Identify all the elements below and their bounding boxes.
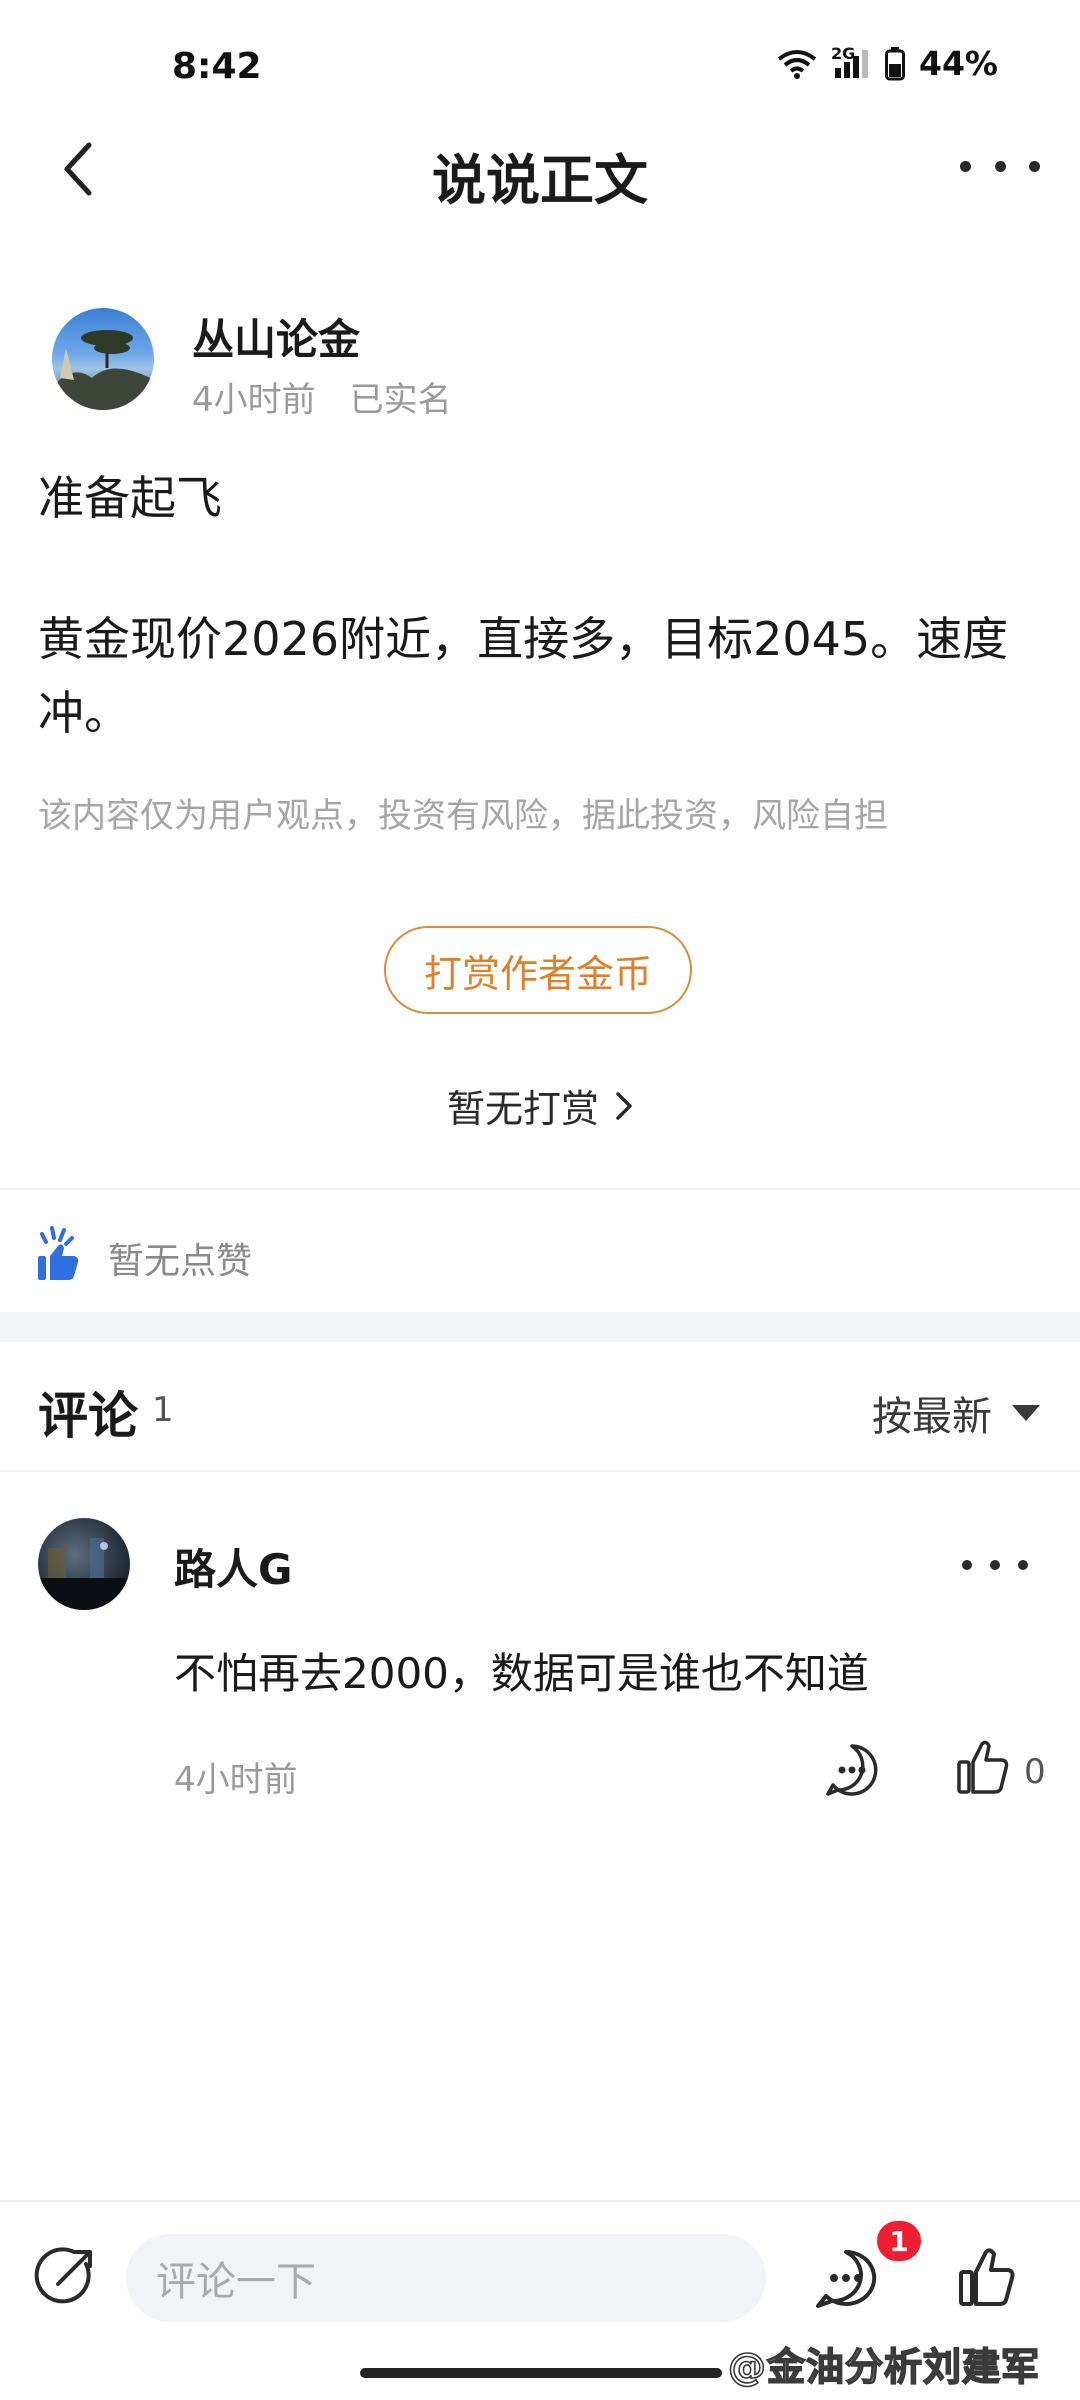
- like-icon[interactable]: [958, 2246, 1016, 2308]
- comment-more-button[interactable]: [962, 1560, 1028, 1572]
- sort-dropdown[interactable]: 按最新: [872, 1384, 1040, 1442]
- section-separator: [0, 1312, 1080, 1342]
- divider: [0, 1188, 1080, 1190]
- comments-count: 1: [152, 1390, 174, 1430]
- status-time: 8:42: [172, 46, 262, 87]
- chevron-right-icon: [616, 1091, 632, 1120]
- tip-author-button[interactable]: 打赏作者金币: [384, 926, 692, 1014]
- thumbs-up-icon: [36, 1224, 80, 1282]
- comments-icon[interactable]: [814, 2248, 878, 2310]
- post-title: 准备起飞: [38, 471, 222, 525]
- commenter-name[interactable]: 路人G: [174, 1536, 292, 1597]
- more-horizontal-icon: [962, 1560, 972, 1570]
- wifi-icon: [777, 49, 817, 79]
- page-title: 说说正文: [432, 149, 648, 212]
- likes-empty-label: 暂无点赞: [108, 1241, 253, 1282]
- caret-down-icon: [1012, 1405, 1040, 1421]
- author-name[interactable]: 丛山论金: [192, 306, 360, 367]
- battery-icon: [885, 46, 905, 80]
- watermark-text: @金油分析刘建军: [727, 2344, 1041, 2390]
- more-options-button[interactable]: [960, 146, 1040, 186]
- tip-status-label: 暂无打赏: [446, 1087, 599, 1131]
- comment-time: 4小时前: [174, 1760, 298, 1800]
- comment-input[interactable]: 评论一下: [126, 2234, 766, 2322]
- battery-level: 44%: [919, 44, 998, 83]
- signal-icon: 2G: [831, 44, 871, 80]
- post-body: 黄金现价2026附近，直接多，目标2045。速度冲。: [38, 612, 1009, 740]
- tip-status-link[interactable]: 暂无打赏: [0, 1078, 1080, 1133]
- more-horizontal-icon: [960, 160, 971, 172]
- share-icon[interactable]: [34, 2244, 100, 2310]
- bottom-bar-divider: [0, 2200, 1080, 2202]
- comment-count-badge: 1: [874, 2218, 924, 2264]
- comment-like-icon[interactable]: [956, 1738, 1010, 1796]
- home-indicator[interactable]: [360, 2368, 722, 2378]
- comment-like-count: 0: [1024, 1752, 1046, 1792]
- reply-icon[interactable]: [824, 1742, 880, 1798]
- author-avatar[interactable]: [52, 308, 154, 410]
- post-time: 4小时前: [192, 380, 316, 420]
- status-icons: 2G 44%: [777, 44, 998, 83]
- comments-title: 评论: [38, 1387, 138, 1445]
- commenter-avatar[interactable]: [38, 1518, 130, 1610]
- verified-badge: 已实名: [349, 380, 452, 420]
- risk-disclaimer: 该内容仅为用户观点，投资有风险，据此投资，风险自担: [38, 796, 888, 836]
- divider: [0, 1470, 1080, 1472]
- sort-label: 按最新: [872, 1394, 992, 1440]
- comment-text: 不怕再去2000，数据可是谁也不知道: [174, 1649, 869, 1698]
- author-meta: 4小时前 已实名: [192, 372, 452, 421]
